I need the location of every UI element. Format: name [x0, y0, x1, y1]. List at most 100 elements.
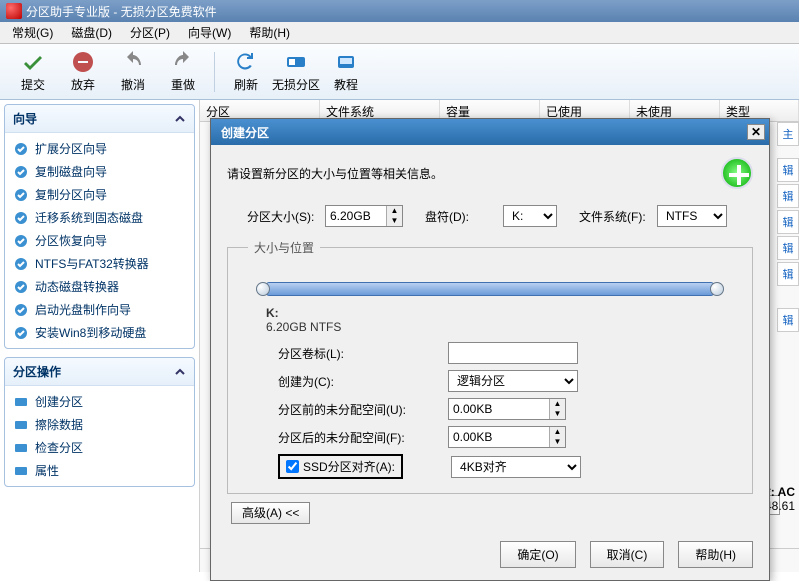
wizard-icon [13, 164, 29, 180]
advanced-toggle-button[interactable]: 高级(A) << [231, 502, 310, 524]
refresh-icon [234, 50, 258, 74]
commit-icon [21, 50, 45, 74]
toolbar-undo[interactable]: 撤消 [108, 47, 158, 97]
partial-cell: 辑 [777, 308, 799, 332]
toolbar-redo[interactable]: 重做 [158, 47, 208, 97]
redo-icon [171, 50, 195, 74]
cancel-button[interactable]: 取消(C) [590, 541, 665, 568]
wizard-icon [13, 279, 29, 295]
wizard-panel: 向导 扩展分区向导复制磁盘向导复制分区向导迁移系统到固态磁盘分区恢复向导NTFS… [4, 104, 195, 349]
partial-right-column: 主辑辑辑辑辑辑 [777, 122, 799, 334]
toolbar-resize[interactable]: 无损分区 [271, 47, 321, 97]
spin-up[interactable]: ▲ [387, 206, 402, 216]
wizard-icon [13, 141, 29, 157]
wizard-icon [13, 325, 29, 341]
slider-handle-right[interactable] [710, 282, 724, 296]
partial-cell: 辑 [777, 158, 799, 182]
slider-drive-label: K: [266, 306, 279, 320]
wizard-item-8[interactable]: 安装Win8到移动硬盘 [7, 321, 192, 344]
create-partition-dialog: 创建分区 ✕ 请设置新分区的大小与位置等相关信息。 分区大小(S): ▲▼ 盘符… [210, 118, 770, 581]
ops-icon [13, 417, 29, 433]
ops-item-2[interactable]: 检查分区 [7, 436, 192, 459]
toolbar-refresh[interactable]: 刷新 [221, 47, 271, 97]
window-title: 分区助手专业版 - 无损分区免费软件 [26, 3, 217, 20]
post-free-spinbox[interactable]: ▲▼ [448, 426, 566, 448]
toolbar-discard[interactable]: 放弃 [58, 47, 108, 97]
size-spinbox[interactable]: ▲▼ [325, 205, 403, 227]
ops-panel-header[interactable]: 分区操作 [5, 358, 194, 386]
wizard-item-3[interactable]: 迁移系统到固态磁盘 [7, 206, 192, 229]
wizard-item-1[interactable]: 复制磁盘向导 [7, 160, 192, 183]
fs-label: 文件系统(F): [579, 208, 649, 225]
pre-free-label: 分区前的未分配空间(U): [278, 401, 448, 418]
partial-cell: 主 [777, 122, 799, 146]
wizard-item-2[interactable]: 复制分区向导 [7, 183, 192, 206]
wizard-item-5[interactable]: NTFS与FAT32转换器 [7, 252, 192, 275]
partial-cell: 辑 [777, 262, 799, 286]
add-partition-icon [721, 157, 753, 189]
help-button[interactable]: 帮助(H) [678, 541, 753, 568]
ops-item-0[interactable]: 创建分区 [7, 390, 192, 413]
undo-icon [121, 50, 145, 74]
wizard-icon [13, 302, 29, 318]
sidebar: 向导 扩展分区向导复制磁盘向导复制分区向导迁移系统到固态磁盘分区恢复向导NTFS… [0, 100, 200, 572]
post-free-label: 分区后的未分配空间(F): [278, 429, 448, 446]
menu-bar: 常规(G) 磁盘(D) 分区(P) 向导(W) 帮助(H) [0, 22, 799, 44]
ssd-align-checkbox-group[interactable]: SSD分区对齐(A): [278, 454, 403, 479]
menu-help[interactable]: 帮助(H) [241, 22, 298, 43]
ssd-align-checkbox[interactable] [286, 460, 299, 473]
partial-cell: 辑 [777, 184, 799, 208]
wizard-item-6[interactable]: 动态磁盘转换器 [7, 275, 192, 298]
toolbar-commit[interactable]: 提交 [8, 47, 58, 97]
toolbar-tutorial[interactable]: 教程 [321, 47, 371, 97]
menu-wizard[interactable]: 向导(W) [180, 22, 239, 43]
chevron-up-icon [174, 366, 186, 378]
volume-label: 分区卷标(L): [278, 345, 448, 362]
wizard-icon [13, 233, 29, 249]
toolbar-separator [214, 52, 215, 92]
wizard-item-0[interactable]: 扩展分区向导 [7, 137, 192, 160]
close-button[interactable]: ✕ [747, 124, 765, 140]
slider-handle-left[interactable] [256, 282, 270, 296]
ops-item-3[interactable]: 属性 [7, 459, 192, 482]
slider-size-label: 6.20GB NTFS [266, 320, 341, 334]
pre-free-input[interactable] [449, 399, 549, 419]
slider-bar[interactable] [266, 282, 714, 296]
chevron-up-icon [174, 113, 186, 125]
drive-label: 盘符(D): [425, 208, 495, 225]
ops-icon [13, 440, 29, 456]
ok-button[interactable]: 确定(O) [500, 541, 575, 568]
menu-partition[interactable]: 分区(P) [122, 22, 178, 43]
partial-cell: 辑 [777, 210, 799, 234]
ops-item-1[interactable]: 擦除数据 [7, 413, 192, 436]
partition-slider[interactable] [256, 274, 724, 302]
help-icon [334, 50, 358, 74]
volume-input[interactable] [448, 342, 578, 364]
ops-icon [13, 463, 29, 479]
wizard-icon [13, 210, 29, 226]
menu-general[interactable]: 常规(G) [4, 22, 61, 43]
partial-cell: 辑 [777, 236, 799, 260]
wizard-icon [13, 256, 29, 272]
toolbar: 提交 放弃 撤消 重做 刷新 无损分区 教程 [0, 44, 799, 100]
spin-down[interactable]: ▼ [387, 216, 402, 226]
ssd-align-select[interactable]: 4KB对齐 [451, 456, 581, 478]
wizard-item-4[interactable]: 分区恢复向导 [7, 229, 192, 252]
discard-icon [71, 50, 95, 74]
wizard-panel-header[interactable]: 向导 [5, 105, 194, 133]
dialog-titlebar[interactable]: 创建分区 ✕ [211, 119, 769, 145]
wizard-item-7[interactable]: 启动光盘制作向导 [7, 298, 192, 321]
resize-icon [284, 50, 308, 74]
post-free-input[interactable] [449, 427, 549, 447]
fs-select[interactable]: NTFS [657, 205, 727, 227]
create-as-label: 创建为(C): [278, 373, 448, 390]
ops-icon [13, 394, 29, 410]
pre-free-spinbox[interactable]: ▲▼ [448, 398, 566, 420]
create-as-select[interactable]: 逻辑分区 [448, 370, 578, 392]
app-icon [6, 3, 22, 19]
size-input[interactable] [326, 206, 386, 226]
size-label: 分区大小(S): [247, 208, 317, 225]
menu-disk[interactable]: 磁盘(D) [63, 22, 120, 43]
wizard-icon [13, 187, 29, 203]
drive-select[interactable]: K: [503, 205, 557, 227]
